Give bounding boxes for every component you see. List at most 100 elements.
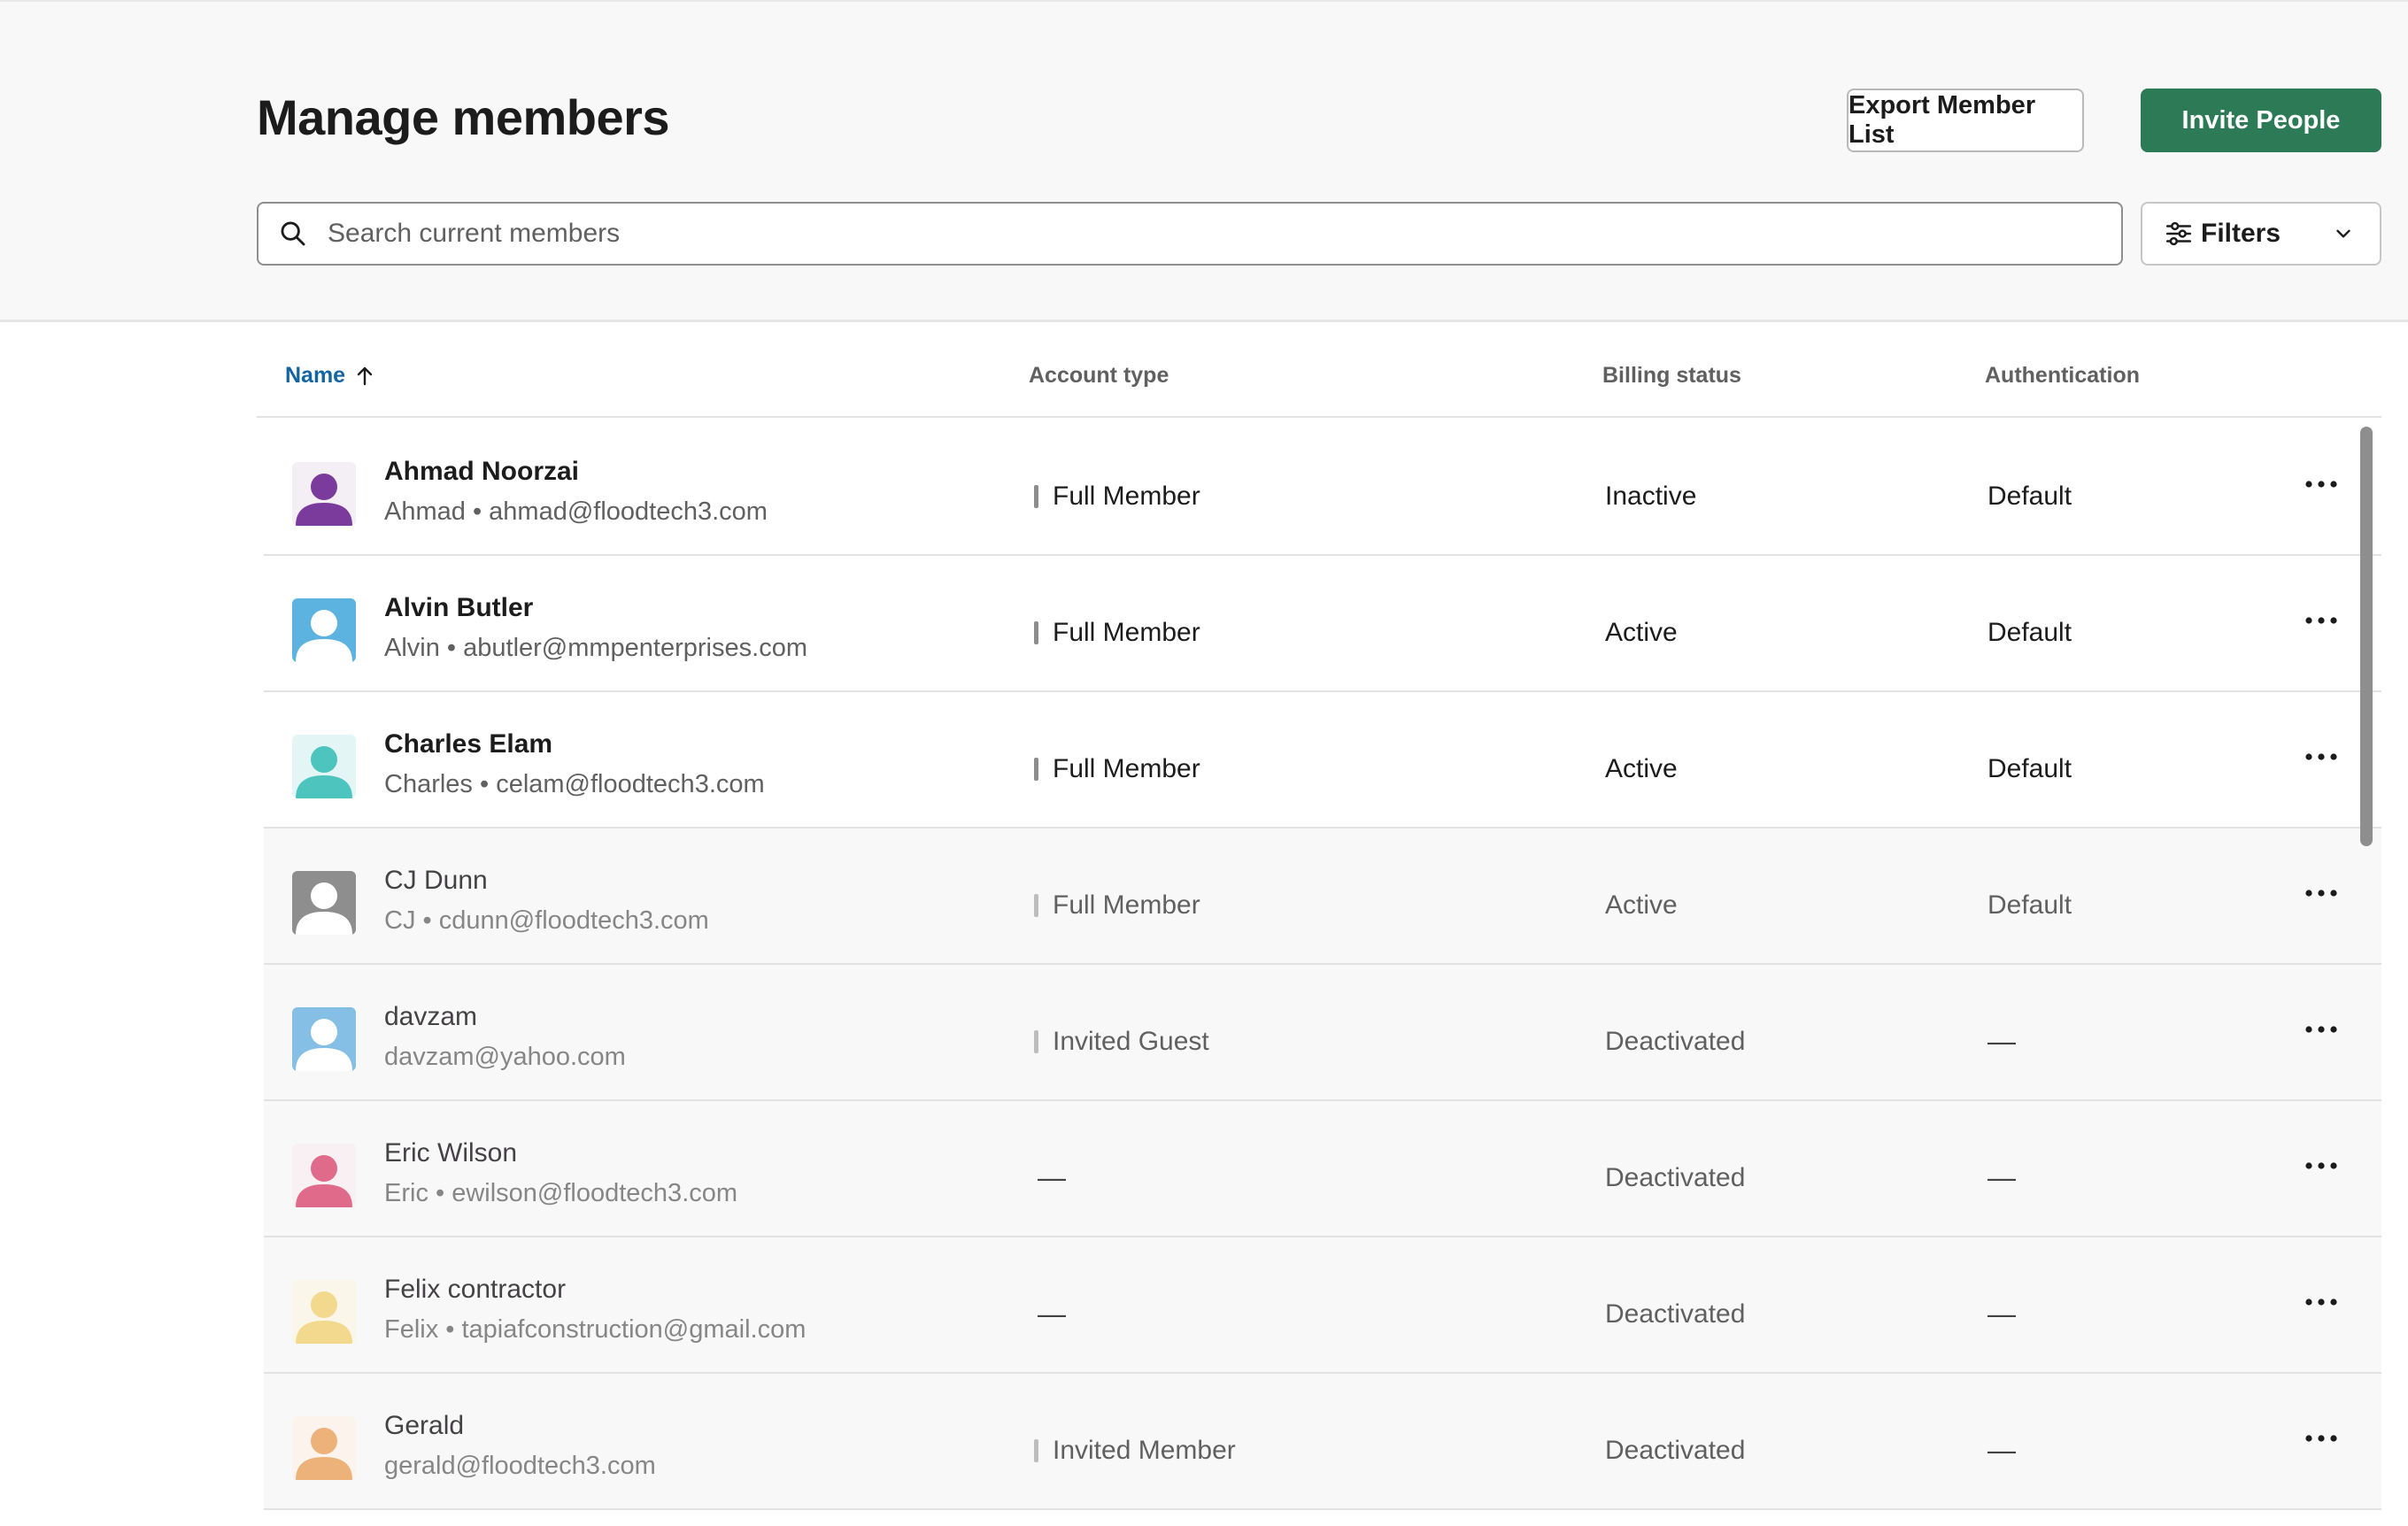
- account-type-label: Full Member: [1053, 890, 1200, 920]
- table-row[interactable]: Ahmad Noorzai Ahmad • ahmad@floodtech3.c…: [264, 420, 2381, 556]
- table-row[interactable]: Alvin Butler Alvin • abutler@mmpenterpri…: [264, 556, 2381, 692]
- more-horizontal-icon[interactable]: [2300, 880, 2342, 906]
- authentication-cell: Default: [1987, 482, 2072, 511]
- member-details: Ahmad • ahmad@floodtech3.com: [384, 497, 768, 526]
- person-icon: [292, 735, 356, 798]
- member-name[interactable]: Eric Wilson: [384, 1138, 517, 1168]
- avatar[interactable]: [292, 598, 356, 662]
- table-row[interactable]: Felix contractor Felix • tapiafconstruct…: [264, 1237, 2381, 1374]
- member-details: gerald@floodtech3.com: [384, 1452, 656, 1480]
- export-member-list-button[interactable]: Export Member List: [1847, 89, 2084, 152]
- account-type-label: Full Member: [1053, 618, 1200, 647]
- more-horizontal-icon[interactable]: [2300, 744, 2342, 770]
- table-row[interactable]: Charles Elam Charles • celam@floodtech3.…: [264, 692, 2381, 829]
- scrollbar[interactable]: [2360, 427, 2373, 846]
- account-type-cell: —: [1038, 1161, 1066, 1193]
- member-name[interactable]: Gerald: [384, 1411, 464, 1441]
- account-type-label: Full Member: [1053, 754, 1200, 783]
- avatar[interactable]: [292, 735, 356, 798]
- account-type-cell: —: [1038, 1298, 1066, 1329]
- account-type-marker: [1034, 894, 1038, 917]
- column-header-billing-status[interactable]: Billing status: [1602, 363, 1741, 389]
- table-row[interactable]: davzam davzam@yahoo.com Invited Guest De…: [264, 965, 2381, 1101]
- member-details: Alvin • abutler@mmpenterprises.com: [384, 634, 807, 662]
- billing-status-cell: Deactivated: [1605, 1436, 1746, 1465]
- billing-status-cell: Deactivated: [1605, 1163, 1746, 1192]
- avatar[interactable]: [292, 871, 356, 935]
- account-type-label: Invited Guest: [1053, 1027, 1209, 1056]
- more-horizontal-icon[interactable]: [2300, 1152, 2342, 1179]
- account-type-cell: Invited Member: [1034, 1436, 1236, 1466]
- member-details: davzam@yahoo.com: [384, 1043, 626, 1071]
- billing-status-cell: Active: [1605, 618, 1678, 647]
- account-type-cell: Full Member: [1034, 754, 1200, 784]
- invite-people-button[interactable]: Invite People: [2141, 89, 2381, 152]
- column-header-name[interactable]: Name: [285, 363, 375, 389]
- person-icon: [292, 1416, 356, 1480]
- table-row[interactable]: Gerald gerald@floodtech3.com Invited Mem…: [264, 1374, 2381, 1510]
- person-icon: [292, 1144, 356, 1207]
- chevron-down-icon: [2336, 229, 2350, 238]
- authentication-cell: —: [1987, 1161, 2016, 1193]
- avatar[interactable]: [292, 1280, 356, 1344]
- person-icon: [292, 871, 356, 935]
- authentication-cell: —: [1987, 1025, 2016, 1057]
- member-name[interactable]: Felix contractor: [384, 1275, 566, 1305]
- member-details: CJ • cdunn@floodtech3.com: [384, 906, 709, 935]
- member-details: Charles • celam@floodtech3.com: [384, 770, 765, 798]
- more-horizontal-icon[interactable]: [2300, 1425, 2342, 1452]
- authentication-cell: Default: [1987, 890, 2072, 920]
- member-list: Ahmad Noorzai Ahmad • ahmad@floodtech3.c…: [264, 420, 2381, 1510]
- more-horizontal-icon[interactable]: [2300, 1289, 2342, 1315]
- more-horizontal-icon[interactable]: [2300, 607, 2342, 634]
- authentication-cell: —: [1987, 1434, 2016, 1466]
- person-icon: [292, 1280, 356, 1344]
- authentication-cell: Default: [1987, 618, 2072, 647]
- search-input[interactable]: [326, 218, 2121, 250]
- search-box[interactable]: [257, 202, 2123, 266]
- page-title: Manage members: [257, 89, 670, 145]
- account-type-marker: [1034, 1439, 1038, 1462]
- member-name[interactable]: Ahmad Noorzai: [384, 457, 579, 487]
- search-icon: [281, 221, 305, 246]
- more-horizontal-icon[interactable]: [2300, 1016, 2342, 1043]
- member-details: Eric • ewilson@floodtech3.com: [384, 1179, 738, 1207]
- billing-status-cell: Active: [1605, 754, 1678, 783]
- more-horizontal-icon[interactable]: [2300, 471, 2342, 497]
- member-details: Felix • tapiafconstruction@gmail.com: [384, 1315, 807, 1344]
- avatar[interactable]: [292, 1416, 356, 1480]
- authentication-cell: —: [1987, 1298, 2016, 1329]
- billing-status-cell: Active: [1605, 890, 1678, 920]
- column-header-account-type[interactable]: Account type: [1029, 363, 1169, 389]
- account-type-cell: Full Member: [1034, 482, 1200, 512]
- avatar[interactable]: [292, 1007, 356, 1071]
- account-type-marker: [1034, 758, 1038, 781]
- column-header-name-label: Name: [285, 363, 346, 388]
- account-type-cell: Full Member: [1034, 618, 1200, 648]
- column-header-authentication[interactable]: Authentication: [1985, 363, 2140, 389]
- member-name[interactable]: Charles Elam: [384, 729, 552, 759]
- table-row[interactable]: CJ Dunn CJ • cdunn@floodtech3.com Full M…: [264, 829, 2381, 965]
- member-name[interactable]: Alvin Butler: [384, 593, 533, 623]
- member-name[interactable]: CJ Dunn: [384, 866, 488, 896]
- arrow-up-icon: [357, 366, 373, 385]
- billing-status-cell: Deactivated: [1605, 1299, 1746, 1329]
- filters-label: Filters: [2201, 219, 2281, 248]
- table-header: Name Account type Billing status Authent…: [257, 324, 2381, 418]
- authentication-cell: Default: [1987, 754, 2072, 783]
- page-header: Manage members Export Member List Invite…: [0, 0, 2408, 322]
- avatar[interactable]: [292, 462, 356, 526]
- account-type-cell: Full Member: [1034, 890, 1200, 921]
- top-divider: [0, 0, 2408, 2]
- member-name[interactable]: davzam: [384, 1002, 477, 1032]
- account-type-label: Full Member: [1053, 482, 1200, 511]
- account-type-label: Invited Member: [1053, 1436, 1236, 1465]
- person-icon: [292, 462, 356, 526]
- filters-dropdown[interactable]: Filters: [2141, 202, 2381, 266]
- avatar[interactable]: [292, 1144, 356, 1207]
- person-icon: [292, 598, 356, 662]
- account-type-marker: [1034, 1030, 1038, 1053]
- table-row[interactable]: Eric Wilson Eric • ewilson@floodtech3.co…: [264, 1101, 2381, 1237]
- billing-status-cell: Inactive: [1605, 482, 1697, 511]
- account-type-cell: Invited Guest: [1034, 1027, 1209, 1057]
